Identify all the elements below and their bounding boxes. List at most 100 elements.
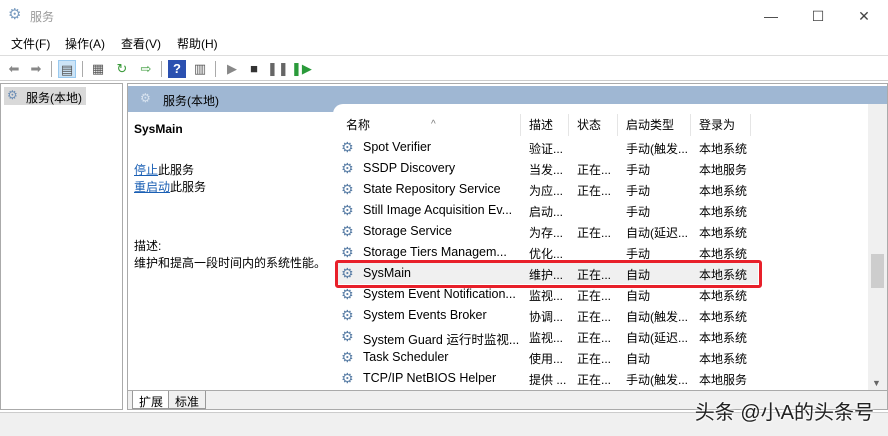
- scrollbar-thumb[interactable]: [871, 254, 884, 288]
- console-icon[interactable]: ▥: [191, 60, 209, 78]
- menu-view[interactable]: 查看(V): [121, 35, 161, 52]
- service-startup-type: 自动(延迟...: [626, 331, 688, 345]
- export-list-icon[interactable]: ⇨: [137, 60, 155, 78]
- watermark: 头条 @小A的头条号: [694, 402, 874, 424]
- service-row[interactable]: ⚙ System Guard 运行时监视... 监视... 正在... 自动(延迟...…: [338, 326, 758, 347]
- gear-icon: ⚙: [341, 307, 354, 323]
- services-list: ^ 名称 描述 状态 启动类型 登录为 ⚙ Spot Verifier 验证... 手动…: [333, 104, 868, 390]
- vertical-scrollbar[interactable]: ▼: [868, 104, 887, 390]
- gear-icon: ⚙: [140, 91, 151, 105]
- service-description: 为应...: [529, 184, 564, 198]
- stop-service-link[interactable]: 停止: [134, 163, 158, 177]
- scroll-down-icon[interactable]: ▼: [872, 378, 881, 388]
- service-startup-type: 自动: [626, 289, 651, 303]
- tab-standard[interactable]: 标准: [168, 391, 207, 409]
- service-name: System Events Broker: [363, 308, 487, 322]
- pause-icon[interactable]: ❚❚: [267, 60, 289, 78]
- service-name: Still Image Acquisition Ev...: [363, 203, 513, 217]
- tree-item-services-local[interactable]: ⚙ 服务(本地): [4, 87, 86, 105]
- service-logon: 本地系统: [699, 226, 748, 240]
- service-row[interactable]: ⚙ Storage Service 为存... 正在... 自动(延迟... 本地系统: [338, 221, 758, 242]
- restart-icon[interactable]: ❚▶: [291, 60, 312, 78]
- service-row[interactable]: ⚙ SSDP Discovery 当发... 正在... 手动 本地服务: [338, 158, 758, 179]
- service-description: 当发...: [529, 163, 564, 177]
- service-row[interactable]: ⚙ Task Scheduler 使用... 正在... 自动 本地系统: [338, 347, 758, 368]
- service-status: 正在...: [577, 310, 612, 324]
- service-description: 启动...: [529, 205, 564, 219]
- back-arrow-icon[interactable]: ⬅: [5, 60, 23, 78]
- service-name: TCP/IP NetBIOS Helper: [363, 371, 497, 385]
- help-icon[interactable]: ?: [168, 60, 186, 78]
- service-startup-type: 自动(触发...: [626, 310, 688, 324]
- service-name: Storage Service: [363, 224, 452, 238]
- menu-help[interactable]: 帮助(H): [177, 35, 218, 52]
- service-name: Task Scheduler: [363, 350, 449, 364]
- service-status: 正在...: [577, 289, 612, 303]
- column-header-logon[interactable]: 登录为: [691, 114, 751, 136]
- refresh-icon[interactable]: ↻: [113, 60, 131, 78]
- description-text: 维护和提高一段时间内的系统性能。: [134, 256, 327, 270]
- service-logon: 本地服务: [699, 163, 748, 177]
- gear-icon: ⚙: [341, 349, 354, 365]
- start-icon[interactable]: ▶: [223, 60, 241, 78]
- service-name: Storage Tiers Managem...: [363, 245, 507, 259]
- gear-icon: ⚙: [341, 286, 354, 302]
- service-logon: 本地系统: [699, 352, 748, 366]
- column-header-status[interactable]: 状态: [569, 114, 618, 136]
- service-status: 正在...: [577, 163, 612, 177]
- column-header-name[interactable]: ^ 名称: [338, 114, 521, 136]
- show-hide-tree-icon[interactable]: ▤: [58, 60, 76, 78]
- service-description: 协调...: [529, 310, 564, 324]
- service-status: 正在...: [577, 352, 612, 366]
- service-row[interactable]: ⚙ Spot Verifier 验证... 手动(触发... 本地系统: [338, 137, 758, 158]
- gear-icon: ⚙: [341, 202, 354, 218]
- tree-item-label: 服务(本地): [26, 91, 82, 105]
- menu-action[interactable]: 操作(A): [65, 35, 105, 52]
- gear-icon: ⚙: [341, 244, 354, 260]
- column-header-description[interactable]: 描述: [521, 114, 569, 136]
- services-panel: ⚙ 服务(本地) SysMain 停止此服务 重启动此服务 描述: 维护和提高一…: [127, 83, 888, 410]
- toolbar: ⬅ ➡ ▤ ▦ ↻ ⇨ ? ▥ ▶ ■ ❚❚ ❚▶: [0, 55, 888, 81]
- highlight-box: [335, 260, 762, 288]
- service-description: 使用...: [529, 352, 564, 366]
- service-description: 提供 ...: [529, 373, 567, 387]
- gear-icon: ⚙: [341, 160, 354, 176]
- service-row[interactable]: ⚙ Still Image Acquisition Ev... 启动... 手动 本地系…: [338, 200, 758, 221]
- service-name: SSDP Discovery: [363, 161, 456, 175]
- service-logon: 本地系统: [699, 205, 748, 219]
- close-button[interactable]: ✕: [841, 4, 887, 28]
- service-status: 正在...: [577, 331, 612, 345]
- service-startup-type: 自动(延迟...: [626, 226, 688, 240]
- service-startup-type: 自动: [626, 352, 651, 366]
- detail-pane: SysMain 停止此服务 重启动此服务 描述: 维护和提高一段时间内的系统性能…: [128, 112, 333, 390]
- service-description: 为存...: [529, 226, 564, 240]
- gear-icon: ⚙: [341, 370, 354, 386]
- service-name: Spot Verifier: [363, 140, 432, 154]
- service-logon: 本地服务: [699, 373, 748, 387]
- service-description: 监视...: [529, 331, 564, 345]
- restart-service-link[interactable]: 重启动: [134, 180, 170, 194]
- minimize-button[interactable]: —: [748, 4, 794, 28]
- menu-file[interactable]: 文件(F): [11, 35, 50, 52]
- service-startup-type: 手动: [626, 184, 651, 198]
- maximize-button[interactable]: ☐: [795, 4, 841, 28]
- service-description: 验证...: [529, 142, 564, 156]
- stop-icon[interactable]: ■: [245, 60, 263, 78]
- sort-ascending-icon: ^: [431, 119, 436, 130]
- gear-icon: ⚙: [341, 139, 354, 155]
- column-header-startup-type[interactable]: 启动类型: [618, 114, 691, 136]
- service-startup-type: 手动: [626, 163, 651, 177]
- restart-suffix: 此服务: [170, 180, 207, 194]
- properties-icon[interactable]: ▦: [89, 60, 107, 78]
- gear-icon: ⚙: [7, 88, 18, 102]
- service-logon: 本地系统: [699, 331, 748, 345]
- selected-service-name: SysMain: [134, 122, 183, 136]
- service-status: 正在...: [577, 184, 612, 198]
- tab-extended[interactable]: 扩展: [132, 391, 171, 409]
- service-row[interactable]: ⚙ System Events Broker 协调... 正在... 自动(触发... 本…: [338, 305, 758, 326]
- forward-arrow-icon[interactable]: ➡: [27, 60, 45, 78]
- window-title: 服务: [30, 10, 55, 24]
- service-row[interactable]: ⚙ TCP/IP NetBIOS Helper 提供 ... 正在... 手动(触发..…: [338, 368, 758, 389]
- service-row[interactable]: ⚙ State Repository Service 为应... 正在... 手动 本地系…: [338, 179, 758, 200]
- panel-title: 服务(本地): [163, 94, 219, 108]
